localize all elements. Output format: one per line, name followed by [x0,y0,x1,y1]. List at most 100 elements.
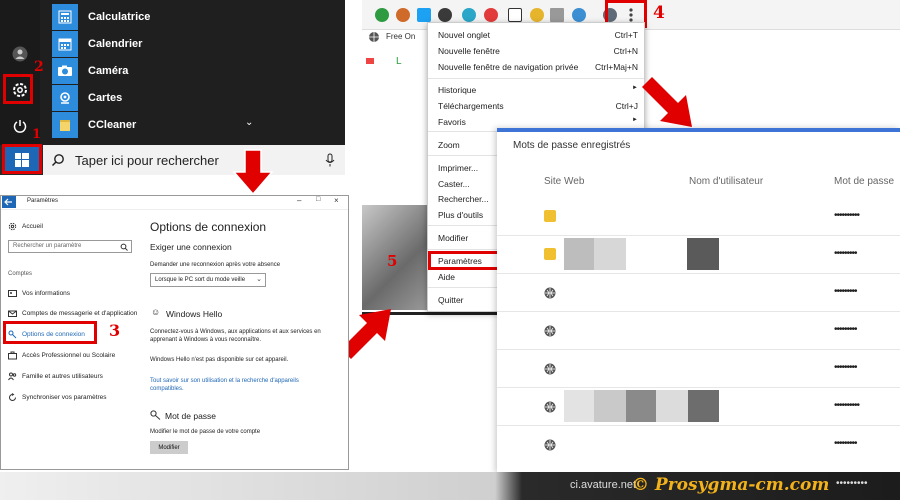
extension-icon[interactable] [396,8,410,22]
app-calendar[interactable]: Calendrier [52,30,342,57]
blurred-site [626,390,656,422]
windows-hello-unavailable: Windows Hello n'est pas disponible sur c… [150,357,289,363]
globe-icon [544,439,556,451]
password-dots: ••••••••• [834,362,857,373]
globe-icon [369,32,379,42]
page-text-fragment: L [396,56,402,67]
menu-item-incognito[interactable]: Nouvelle fenêtre de navigation privée Ctr… [438,62,638,72]
blurred-username [687,238,719,270]
search-icon [120,243,128,251]
user-card-icon [8,290,17,297]
highlight-settings [3,74,33,104]
nav-sync[interactable]: Synchroniser vos paramètres [8,393,107,402]
arrow-diagonal-4 [642,77,692,127]
page-title: Options de connexion [150,220,267,234]
menu-item-bookmarks[interactable]: Favoris ► [438,117,638,127]
chevron-down-icon[interactable]: ⌄ [245,117,253,128]
step-2-label: 2 [34,59,44,75]
app-label: Calculatrice [88,10,151,23]
blurred-site [594,238,626,270]
password-section-desc: Modifier le mot de passe de votre compte [150,429,261,435]
blurred-site [594,390,626,422]
extension-icon[interactable] [484,8,498,22]
app-label: Calendrier [88,37,143,50]
password-dots: •••••••••• [834,210,860,221]
globe-icon [544,401,556,413]
arrow-down-1 [232,149,274,196]
app-ccleaner[interactable]: CCleaner ⌄ [52,111,342,138]
user-icon[interactable] [4,38,36,70]
nav-work-school[interactable]: Accès Professionnel ou Scolaire [8,351,115,360]
password-dots: ••••••••• [834,286,857,297]
menu-item-new-window[interactable]: Nouvelle fenêtre Ctrl+N [438,46,638,56]
help-icon[interactable] [550,8,564,22]
extension-icon[interactable] [572,8,586,22]
microphone-icon [325,153,335,167]
window-title: Paramètres [27,198,59,204]
password-row[interactable]: ••••••••• [497,274,900,312]
step-4-label: 4 [653,3,665,23]
nav-email-accounts[interactable]: Comptes de messagerie et d'application [8,309,137,318]
back-arrow-icon[interactable] [2,196,16,208]
shield-icon[interactable] [508,8,522,22]
menu-item-new-tab[interactable]: Nouvel onglet Ctrl+T [438,30,638,40]
password-dots: •••••••••• [834,400,860,411]
globe-icon [544,287,556,299]
app-calculator[interactable]: Calculatrice [52,3,342,30]
menu-item-history[interactable]: Historique ► [438,85,638,95]
app-label: Caméra [88,64,129,77]
step-3-label: 3 [109,321,121,340]
extension-icon[interactable] [530,8,544,22]
taskbar-search-box[interactable]: Taper ici pour rechercher [43,145,345,175]
blurred-site [564,238,594,270]
section-label: Comptes [8,271,33,277]
app-camera[interactable]: Caméra [52,57,342,84]
panel-accent-bar [497,128,900,132]
settings-titlebar: Paramètres – □ × [1,196,348,210]
minimize-icon[interactable]: – [297,196,301,205]
search-placeholder: Taper ici pour rechercher [75,152,219,168]
column-site: Site Web [544,176,585,187]
extension-icon[interactable] [375,8,389,22]
maximize-icon[interactable]: □ [316,196,320,203]
password-dots: ••••••••• [834,248,857,259]
password-row[interactable]: ••••••••• [497,312,900,350]
password-row[interactable]: •••••••••• [497,388,900,426]
menu-item-downloads[interactable]: Téléchargements Ctrl+J [438,101,638,111]
settings-search-input[interactable]: Rechercher un paramètre [8,240,132,253]
calendar-icon [52,30,78,57]
app-label: Cartes [88,91,123,104]
extension-icon[interactable] [438,8,452,22]
password-row[interactable]: ••••••••• [497,350,900,388]
password-section-title: Mot de passe [165,411,217,421]
chevron-right-icon: ► [632,117,638,123]
close-icon[interactable]: × [334,196,339,205]
twitter-icon[interactable] [417,8,431,22]
extension-icon[interactable] [462,8,476,22]
nav-your-info[interactable]: Vos informations [8,289,70,298]
key-icon [544,210,556,222]
require-sign-in-dropdown[interactable]: Lorsque le PC sort du mode veille ⌄ [150,273,266,287]
nav-family[interactable]: Famille et autres utilisateurs [8,372,103,381]
search-icon [51,154,64,167]
step-1-label: 1 [32,127,42,142]
passwords-title: Mots de passe enregistrés [513,140,631,151]
globe-icon [544,363,556,375]
column-password: Mot de passe [834,176,895,187]
nav-home[interactable]: Accueil [8,222,43,231]
app-label: CCleaner [88,118,137,131]
windows-hello-link[interactable]: Tout savoir sur son utilisation et la re… [150,377,330,393]
step-5-label: 5 [387,252,398,270]
menu-separator [428,78,644,79]
change-password-button[interactable]: Modifier [150,441,188,454]
app-maps[interactable]: Cartes [52,84,342,111]
gear-icon [8,222,17,231]
password-row[interactable]: ••••••••• [497,426,900,464]
password-row[interactable]: •••••••••• [497,198,900,236]
footer-dots: ••••••••• [836,478,868,489]
windows-hello-title: Windows Hello [166,309,223,319]
blurred-site [564,390,594,422]
password-row[interactable]: ••••••••• [497,236,900,274]
folder-icon [52,111,78,138]
bookmark-label[interactable]: Free On [386,32,415,41]
